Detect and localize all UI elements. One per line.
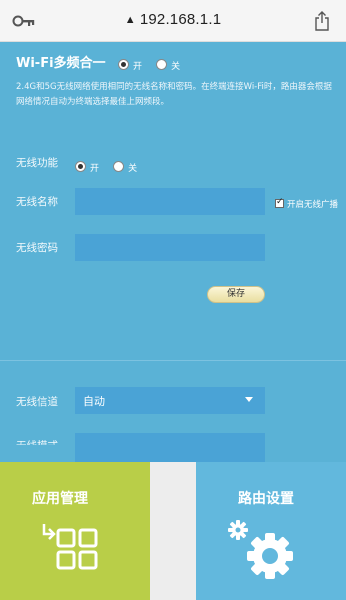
- wireless-mode-select[interactable]: [75, 433, 265, 462]
- wifi-multiband-options: 开 关: [118, 54, 189, 73]
- section-divider: [0, 360, 346, 361]
- wireless-mode-label: 无线模式: [16, 440, 58, 452]
- broadcast-option[interactable]: 开启无线广播: [275, 197, 339, 210]
- save-button[interactable]: 保存: [207, 286, 265, 303]
- wireless-off-label: 关: [128, 164, 138, 174]
- app-management-tile[interactable]: 应用管理: [0, 462, 150, 600]
- url-text[interactable]: ▲ 192.168.1.1: [0, 11, 346, 28]
- wireless-name-input[interactable]: [75, 188, 265, 215]
- wifi-multiband-off-radio[interactable]: [156, 59, 168, 70]
- wireless-password-label: 无线密码: [16, 242, 58, 254]
- share-icon[interactable]: [313, 11, 331, 31]
- broadcast-label: 开启无线广播: [287, 200, 339, 210]
- router-settings-tile[interactable]: 路由设置: [196, 462, 346, 600]
- wifi-multiband-on-radio[interactable]: [118, 59, 129, 70]
- app-management-label: 应用管理: [32, 491, 88, 507]
- chevron-down-icon: [245, 397, 253, 402]
- broadcast-checkbox[interactable]: [275, 197, 284, 208]
- wireless-off-radio[interactable]: [113, 161, 125, 172]
- wireless-function-label: 无线功能: [16, 157, 58, 169]
- lock-icon: ▲: [124, 14, 136, 26]
- wireless-function-options: 开 关: [75, 156, 146, 175]
- wireless-channel-value: 自动: [83, 395, 105, 408]
- wireless-name-label: 无线名称: [16, 196, 58, 208]
- wifi-multiband-off-label: 关: [171, 62, 181, 72]
- apps-grid-icon: [42, 524, 98, 570]
- wifi-multiband-description: 2.4G和5G无线网络使用相同的无线名称和密码。在终端连接Wi-Fi时，路由器会…: [16, 82, 332, 107]
- wifi-multiband-title: Wi-Fi多频合一: [16, 56, 106, 71]
- browser-address-bar: ▲ 192.168.1.1: [0, 0, 346, 42]
- router-settings-label: 路由设置: [238, 491, 294, 507]
- wireless-password-input[interactable]: [75, 234, 265, 261]
- wireless-on-label: 开: [90, 164, 100, 174]
- wireless-on-radio[interactable]: [75, 161, 86, 172]
- wireless-channel-label: 无线信道: [16, 396, 58, 408]
- gear-icon: [228, 520, 293, 579]
- settings-panel: Wi-Fi多频合一 开 关 2.4G和5G无线网络使用相同的无线名称和密码。在终…: [0, 42, 346, 462]
- wireless-channel-select[interactable]: 自动: [75, 387, 265, 414]
- wifi-multiband-on-label: 开: [133, 62, 143, 72]
